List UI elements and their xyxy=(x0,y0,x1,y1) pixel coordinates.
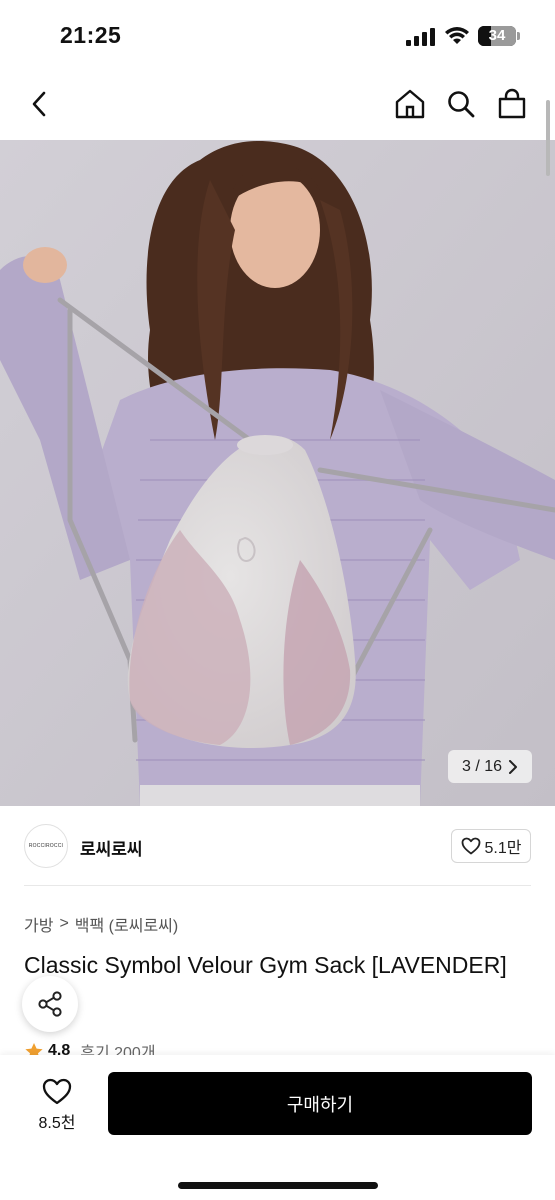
status-time: 21:25 xyxy=(60,22,122,48)
image-counter[interactable]: 3 / 16 xyxy=(448,750,532,783)
cart-button[interactable] xyxy=(494,86,530,122)
wifi-icon xyxy=(445,27,469,44)
section-divider xyxy=(24,885,531,886)
store-like-button[interactable]: 5.1만 xyxy=(451,829,531,863)
heart-icon xyxy=(461,837,480,855)
seller-logo[interactable]: ROCCIROCCI xyxy=(24,824,68,868)
home-icon xyxy=(395,89,425,119)
breadcrumb-category[interactable]: 가방 xyxy=(24,912,53,936)
wishlist-button[interactable]: 8.5천 xyxy=(24,1073,90,1137)
breadcrumb: 가방 > 백팩 (로씨로씨) xyxy=(24,912,178,936)
chevron-right-icon xyxy=(509,759,518,774)
cellular-signal-icon xyxy=(406,28,435,46)
battery-icon: 34 xyxy=(478,26,516,46)
home-indicator[interactable] xyxy=(178,1182,378,1189)
image-counter-text: 3 / 16 xyxy=(461,757,503,775)
share-button[interactable] xyxy=(22,976,78,1032)
seller-logo-text: ROCCIROCCI xyxy=(28,843,64,849)
wishlist-count: 8.5천 xyxy=(38,1114,76,1132)
back-button[interactable] xyxy=(22,86,58,122)
product-photo xyxy=(0,140,555,806)
seller-row[interactable]: ROCCIROCCI 로씨로씨 5.1만 xyxy=(0,806,555,886)
heart-icon xyxy=(42,1078,72,1104)
product-title: Classic Symbol Velour Gym Sack [LAVENDER… xyxy=(24,952,507,978)
home-button[interactable] xyxy=(392,86,428,122)
chevron-left-icon xyxy=(32,91,46,117)
product-image[interactable] xyxy=(0,140,555,806)
breadcrumb-subcategory[interactable]: 백팩 (로씨로씨) xyxy=(75,912,178,936)
product-detail-page: 21:25 34 3 / 16 ROCCIROCCI 로씨로씨 5.1만 가방 … xyxy=(0,0,555,1200)
share-icon xyxy=(38,991,62,1017)
status-bar: 21:25 34 xyxy=(0,0,555,70)
buy-button[interactable]: 구매하기 xyxy=(108,1072,532,1135)
battery-cap xyxy=(517,32,520,40)
search-button[interactable] xyxy=(443,86,479,122)
bottom-action-bar: 8.5천 구매하기 xyxy=(0,1055,555,1200)
store-like-count: 5.1만 xyxy=(484,840,522,857)
shopping-bag-icon xyxy=(498,88,526,119)
scroll-indicator[interactable] xyxy=(546,100,550,176)
seller-name[interactable]: 로씨로씨 xyxy=(80,835,143,860)
battery-percentage: 34 xyxy=(488,27,506,44)
top-nav-bar xyxy=(0,70,555,140)
breadcrumb-separator: > xyxy=(59,915,69,932)
search-icon xyxy=(448,91,475,118)
